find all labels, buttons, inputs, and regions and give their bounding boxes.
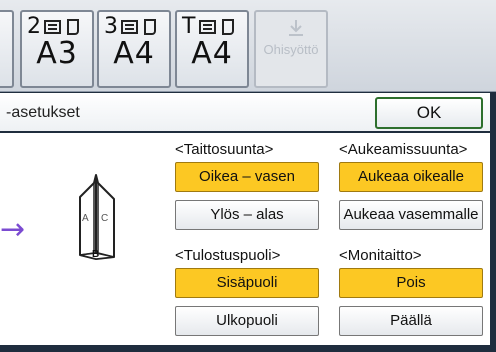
opening-direction-label: <Aukeamissuunta> bbox=[339, 141, 468, 158]
fold-letter-a: A bbox=[82, 213, 89, 224]
tray-paper-size: A4 bbox=[191, 36, 233, 71]
ok-button[interactable]: OK bbox=[375, 97, 483, 129]
bypass-tray-label: Ohisyöttö bbox=[263, 42, 319, 57]
fold-letter-b: B bbox=[92, 249, 100, 260]
multi-fold-off-button[interactable]: Pois bbox=[339, 268, 483, 298]
tray-button-3[interactable]: 3 A4 bbox=[97, 10, 171, 88]
print-inside-button[interactable]: Sisäpuoli bbox=[175, 268, 319, 298]
paper-sheet-icon bbox=[67, 19, 79, 35]
paper-stack-icon bbox=[44, 20, 61, 34]
fold-top-bottom-button[interactable]: Ylös – alas bbox=[175, 200, 319, 230]
multi-fold-on-button[interactable]: Päällä bbox=[339, 306, 483, 336]
tray-paper-size: A4 bbox=[113, 36, 155, 71]
arrow-right-icon: → bbox=[0, 212, 26, 247]
paper-stack-icon bbox=[121, 20, 138, 34]
window-bottom-frame bbox=[0, 345, 496, 352]
page-title: -asetukset bbox=[6, 104, 80, 121]
paper-stack-icon bbox=[199, 20, 216, 34]
window-right-frame bbox=[490, 93, 496, 352]
fold-letter-c: C bbox=[101, 213, 109, 224]
open-right-button[interactable]: Aukeaa oikealle bbox=[339, 162, 483, 192]
tray-button-2[interactable]: 2 A3 bbox=[20, 10, 94, 88]
open-left-button[interactable]: Aukeaa vasemmalle bbox=[339, 200, 483, 230]
fold-direction-label: <Taittosuunta> bbox=[175, 141, 274, 158]
download-icon bbox=[286, 18, 306, 38]
fold-illustration: A C B bbox=[76, 173, 118, 265]
tray-button-partial[interactable] bbox=[0, 10, 14, 88]
tray-button-t[interactable]: T A4 bbox=[175, 10, 249, 88]
print-side-label: <Tulostuspuoli> bbox=[175, 247, 281, 264]
paper-sheet-icon bbox=[144, 19, 156, 35]
bypass-tray-button[interactable]: Ohisyöttö bbox=[254, 10, 328, 88]
tray-paper-size: A3 bbox=[36, 36, 78, 71]
print-outside-button[interactable]: Ulkopuoli bbox=[175, 306, 319, 336]
paper-sheet-icon bbox=[222, 19, 234, 35]
fold-right-left-button[interactable]: Oikea – vasen bbox=[175, 162, 319, 192]
multi-fold-label: <Monitaitto> bbox=[339, 247, 422, 264]
